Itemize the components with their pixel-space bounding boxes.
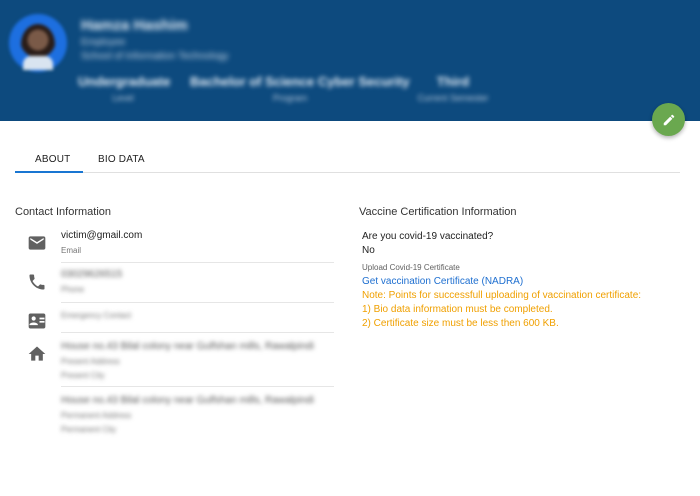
home-icon [28, 346, 46, 361]
permanent-city-label: Permanent City [61, 425, 117, 434]
profile-banner: Hamza Hashim Employee School of Informat… [0, 0, 700, 121]
emergency-label: Emergency Contact [61, 311, 132, 320]
stat-semester-value: Third [436, 74, 470, 89]
present-address-row: House no.43 Bilal colony near Gulfshan m… [61, 341, 334, 387]
profile-name: Hamza Hashim [81, 17, 188, 34]
edit-profile-button[interactable] [652, 103, 685, 136]
pencil-icon [663, 114, 674, 125]
upload-note-title: Note: Points for successfull uploading o… [362, 290, 642, 301]
upload-note-2: 2) Certificate size must be less then 60… [362, 318, 559, 329]
email-icon [28, 236, 46, 250]
stat-semester-label: Current Semester [417, 93, 489, 103]
upload-note-1: 1) Bio data information must be complete… [362, 304, 553, 315]
emergency-row: Emergency Contact [61, 311, 334, 333]
stat-level: Undergraduate Level [78, 74, 171, 103]
nadra-certificate-link[interactable]: Get vaccination Certificate (NADRA) [362, 276, 523, 287]
contact-section-title: Contact Information [15, 206, 111, 218]
phone-row: 03029626515 Phone [61, 269, 334, 303]
active-tab-indicator [15, 171, 83, 173]
permanent-address-row: House no.43 Bilal colony near Gulfshan m… [61, 395, 334, 439]
phone-icon [29, 274, 45, 290]
email-label: Email [61, 246, 82, 255]
vaccinated-answer: No [362, 245, 375, 256]
stat-program-label: Program [272, 93, 308, 103]
present-city-label: Present City [61, 371, 105, 380]
vaccinated-question: Are you covid-19 vaccinated? [362, 231, 494, 242]
upload-certificate-label: Upload Covid-19 Certificate [362, 263, 460, 272]
stat-semester: Third Current Semester [408, 74, 498, 103]
permanent-address-label: Permanent Address [61, 411, 132, 420]
permanent-address-value: House no.43 Bilal colony near Gulfshan m… [61, 395, 314, 406]
contact-card-icon [28, 313, 46, 329]
phone-value: 03029626515 [61, 269, 123, 280]
avatar [9, 14, 67, 72]
email-value: victim@gmail.com [61, 230, 143, 241]
profile-tabs: ABOUT BIO DATA [15, 148, 680, 173]
email-row: victim@gmail.com Email [61, 230, 334, 263]
vaccine-section-title: Vaccine Certification Information [359, 206, 517, 218]
present-address-value: House no.43 Bilal colony near Gulfshan m… [61, 341, 314, 352]
profile-department: School of Information Technology [81, 51, 229, 62]
phone-label: Phone [61, 285, 85, 294]
tab-about[interactable]: ABOUT [35, 154, 70, 165]
stat-program-value: Bachelor of Science Cyber Security [190, 74, 410, 89]
profile-role: Employee [81, 37, 126, 48]
present-address-label: Present Address [61, 357, 120, 366]
stat-program: Bachelor of Science Cyber Security Progr… [190, 74, 410, 103]
avatar-shirt [23, 56, 53, 70]
tab-bio-data[interactable]: BIO DATA [98, 154, 145, 165]
stat-level-value: Undergraduate [78, 74, 171, 89]
stat-level-label: Level [112, 93, 134, 103]
